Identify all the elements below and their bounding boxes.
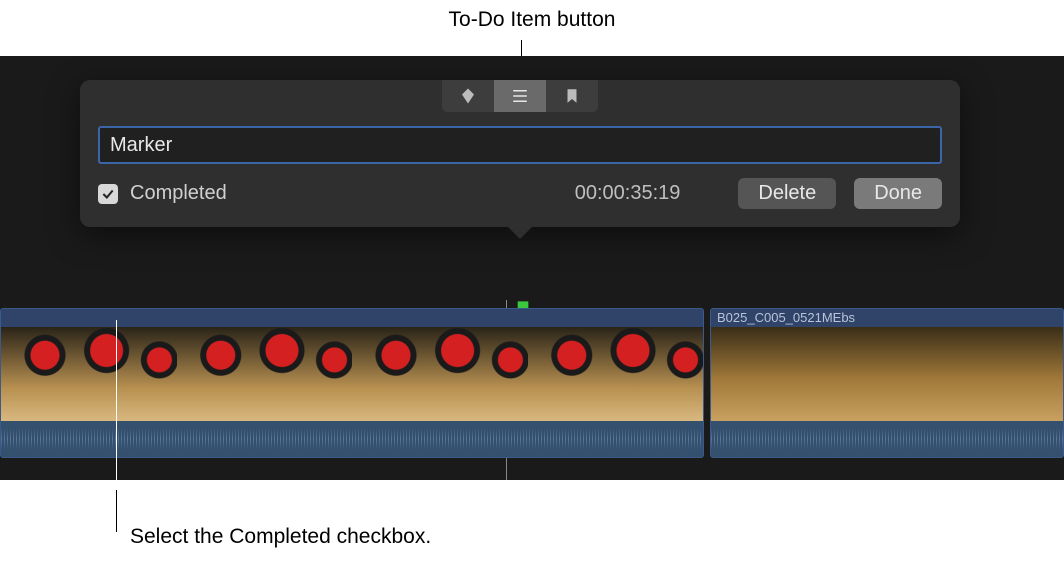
completed-label: Completed	[130, 182, 227, 205]
delete-button[interactable]: Delete	[738, 178, 836, 209]
clip-b-audio	[711, 421, 1063, 457]
clip-a-audio	[1, 421, 703, 457]
callout-bottom-label: Select the Completed checkbox.	[130, 525, 431, 549]
marker-name-input[interactable]: Marker	[98, 126, 942, 164]
bookmark-icon	[563, 87, 581, 105]
waveform	[711, 421, 1063, 457]
waveform	[1, 421, 703, 457]
clip-a-thumb	[352, 327, 528, 421]
clip-a-thumb	[177, 327, 353, 421]
clip-b[interactable]: B025_C005_0521MEbs	[710, 308, 1064, 458]
timeline[interactable]: B025_C005_0521MEbs	[0, 286, 1064, 466]
clip-b-video	[711, 327, 1063, 421]
marker-options-row: Completed 00:00:35:19 Delete Done	[98, 178, 942, 209]
completed-checkbox[interactable]	[98, 184, 118, 204]
clip-a-video	[1, 327, 703, 421]
standard-marker-button[interactable]	[442, 80, 494, 112]
clip-a[interactable]	[0, 308, 704, 458]
marker-timecode: 00:00:35:19	[575, 182, 681, 205]
clip-a-thumb	[1, 327, 177, 421]
marker-tag-icon	[459, 87, 477, 105]
app-dark-region: Marker Completed 00:00:35:19 Delete Done	[0, 56, 1064, 480]
todo-item-button[interactable]	[494, 80, 546, 112]
callout-bottom-leader-outside	[116, 490, 117, 532]
callout-bottom-leader-inside	[116, 320, 117, 480]
marker-type-segmented-control	[442, 80, 598, 112]
callout-top-label: To-Do Item button	[0, 8, 1064, 32]
clip-b-thumb	[711, 327, 828, 421]
checkmark-icon	[101, 187, 115, 201]
todo-list-icon	[511, 87, 529, 105]
clip-a-titlebar	[1, 309, 703, 327]
marker-popover: Marker Completed 00:00:35:19 Delete Done	[80, 80, 960, 227]
done-button[interactable]: Done	[854, 178, 942, 209]
marker-name-value: Marker	[110, 134, 172, 157]
clip-b-thumb	[946, 327, 1063, 421]
clip-a-thumb	[528, 327, 704, 421]
chapter-marker-button[interactable]	[546, 80, 598, 112]
clip-b-titlebar: B025_C005_0521MEbs	[711, 309, 1063, 327]
clip-b-thumb	[828, 327, 945, 421]
